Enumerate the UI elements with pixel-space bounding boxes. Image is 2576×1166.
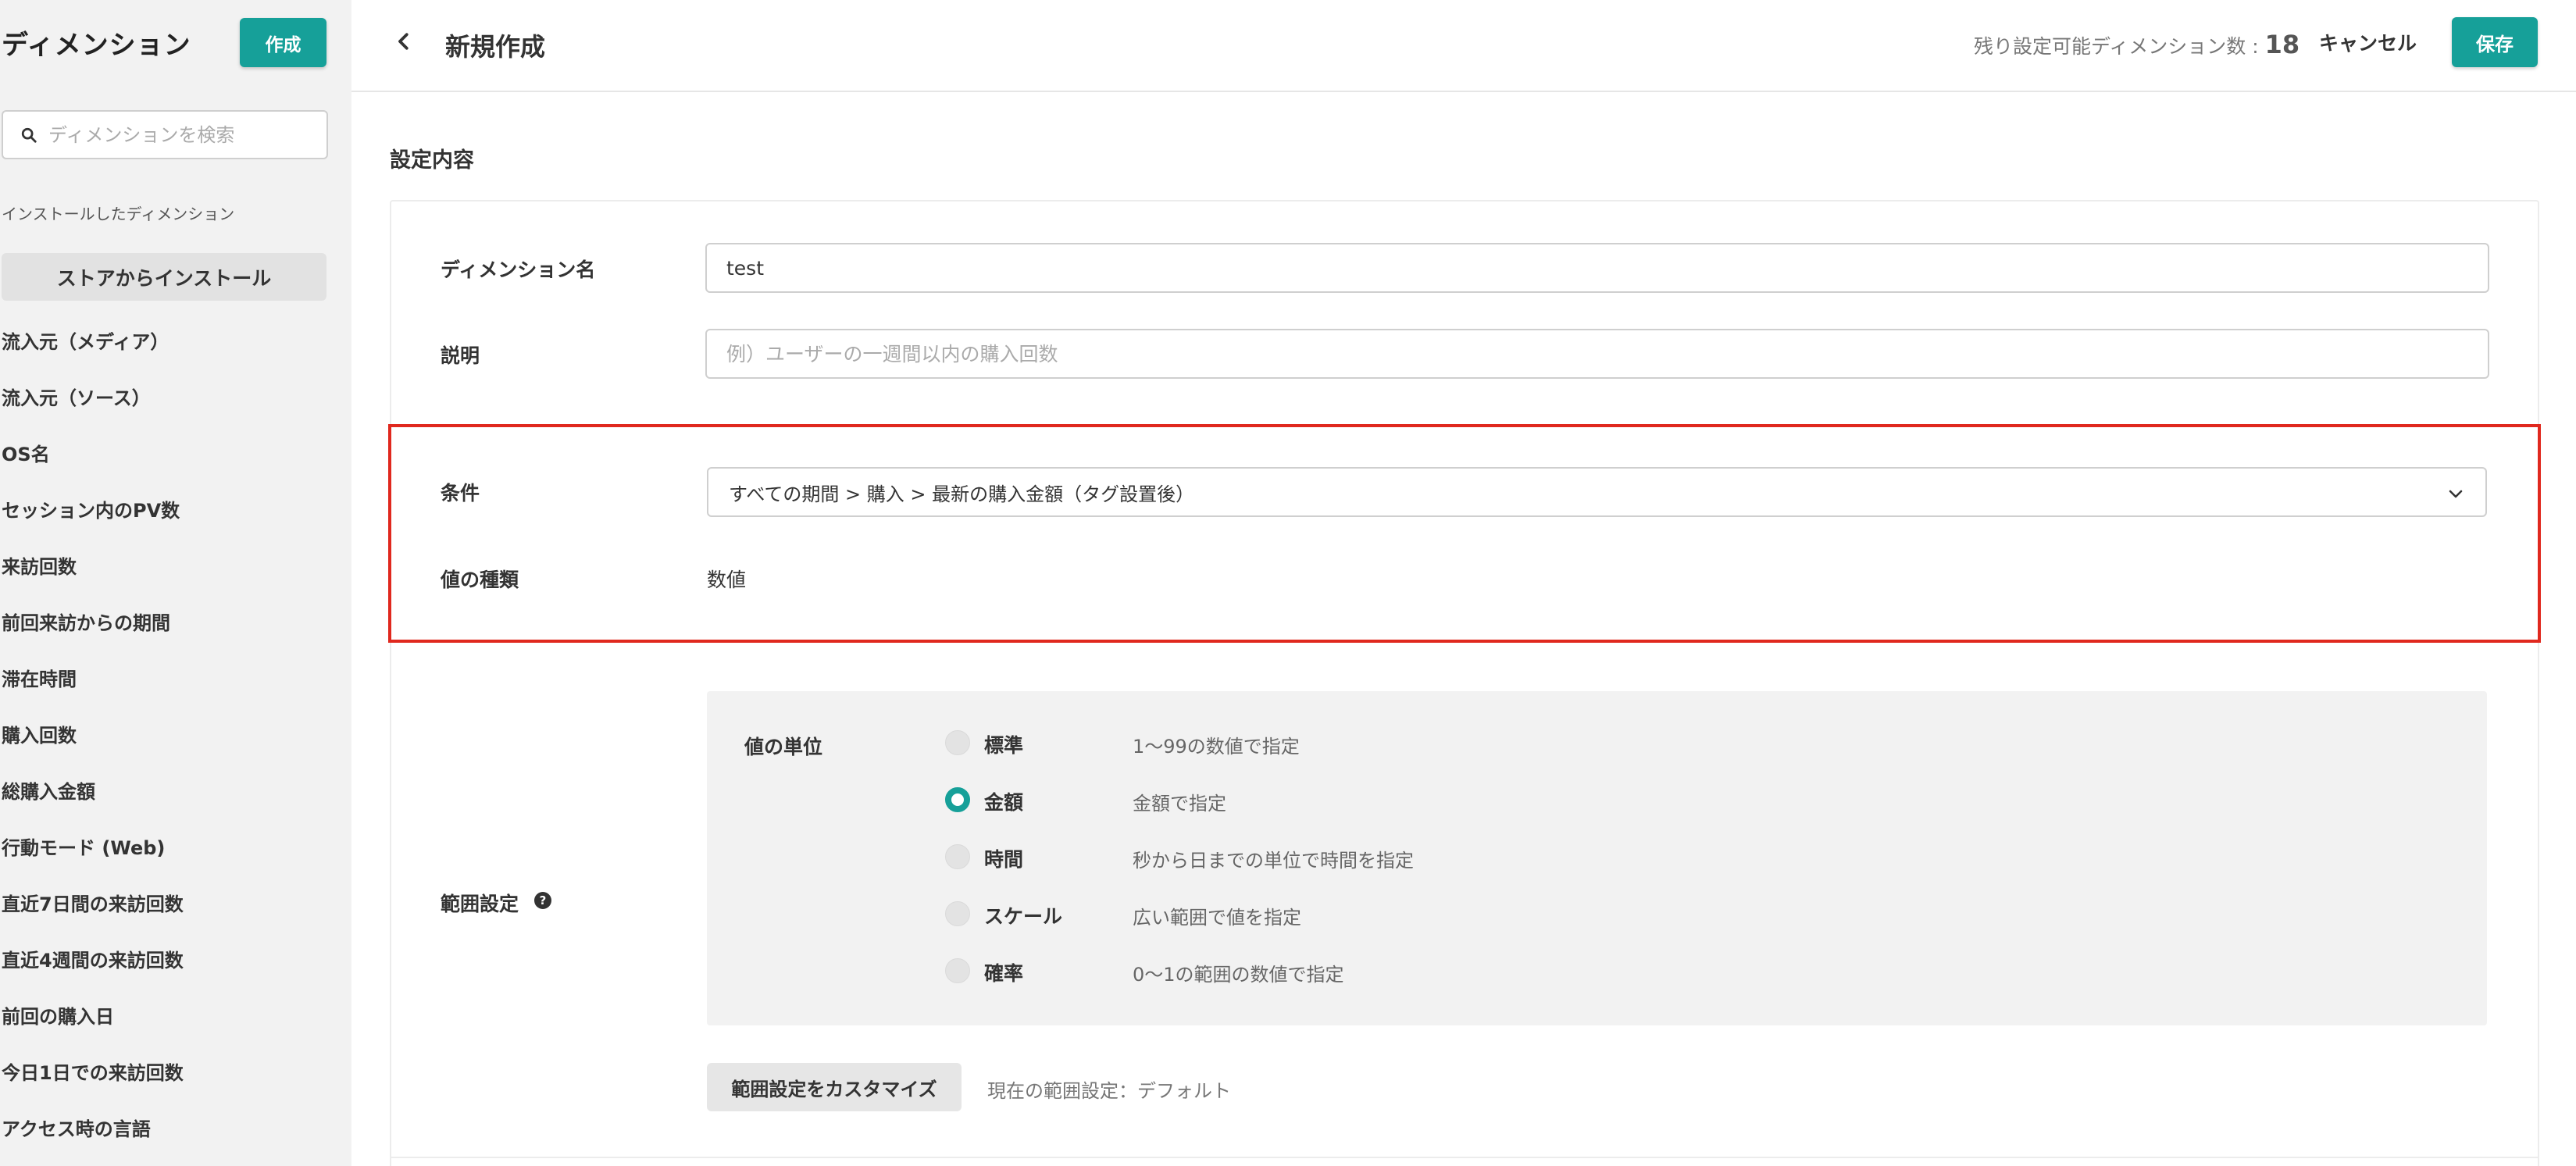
unit-option-name: 標準 bbox=[984, 734, 1024, 757]
current-range-setting: 現在の範囲設定：デフォルト bbox=[987, 1080, 1231, 1102]
unit-option-probability[interactable]: 確率 0〜1の範囲の数値で指定 bbox=[945, 955, 1882, 986]
svg-text:?: ? bbox=[540, 893, 547, 907]
unit-option-description: 1〜99の数値で指定 bbox=[1133, 736, 1300, 758]
remaining-count: 18 bbox=[2264, 30, 2300, 59]
sidebar-item[interactable]: 今日1日での来訪回数 bbox=[2, 1059, 345, 1115]
search-input[interactable] bbox=[48, 123, 314, 146]
search-icon bbox=[21, 127, 37, 143]
unit-option-scale[interactable]: スケール 広い範囲で値を指定 bbox=[945, 898, 1882, 929]
back-chevron-icon[interactable] bbox=[392, 30, 416, 53]
divider bbox=[390, 1157, 2539, 1158]
radio-button-selected[interactable] bbox=[945, 787, 970, 812]
value-unit-label: 値の単位 bbox=[744, 736, 823, 758]
installed-dimensions-link[interactable]: インストールしたディメンション bbox=[2, 201, 234, 224]
remaining-dimensions: 残り設定可能ディメンション数 : 18 bbox=[1974, 30, 2299, 59]
install-from-store-button[interactable]: ストアからインストール bbox=[2, 253, 326, 301]
sidebar-item[interactable]: 直近7日間の来訪回数 bbox=[2, 890, 345, 947]
cancel-button[interactable]: キャンセル bbox=[2319, 28, 2417, 56]
sidebar-item[interactable]: 行動モード (Web) bbox=[2, 834, 345, 890]
description-input[interactable] bbox=[705, 329, 2489, 379]
radio-button[interactable] bbox=[945, 730, 970, 755]
sidebar: ディメンション 作成 インストールしたディメンション ストアからインストール 流… bbox=[0, 0, 351, 1166]
unit-option-currency[interactable]: 金額 金額で指定 bbox=[945, 784, 1882, 815]
value-type-value: 数値 bbox=[707, 569, 747, 591]
dimension-list: 流入元（メディア） 流入元（ソース） OS名 セッション内のPV数 来訪回数 前… bbox=[2, 328, 345, 1166]
help-icon[interactable]: ? bbox=[533, 891, 552, 910]
sidebar-item[interactable]: セッション内のPV数 bbox=[2, 497, 345, 553]
condition-value: すべての期間 > 購入 > 最新の購入金額（タグ設置後） bbox=[729, 483, 1195, 505]
description-label: 説明 bbox=[441, 344, 480, 367]
page-title: 新規作成 bbox=[445, 32, 546, 62]
remaining-label: 残り設定可能ディメンション数 : bbox=[1974, 35, 2265, 58]
sidebar-item[interactable]: 購入回数 bbox=[2, 722, 345, 778]
sidebar-item[interactable]: 前回の購入日 bbox=[2, 1003, 345, 1059]
unit-option-name: 確率 bbox=[984, 962, 1024, 985]
sidebar-item[interactable]: 滞在時間 bbox=[2, 665, 345, 722]
sidebar-item[interactable]: 総購入金額 bbox=[2, 778, 345, 834]
top-header: 新規作成 残り設定可能ディメンション数 : 18 キャンセル 保存 bbox=[351, 0, 2576, 92]
unit-option-name: 時間 bbox=[984, 848, 1024, 871]
condition-select[interactable]: すべての期間 > 購入 > 最新の購入金額（タグ設置後） bbox=[707, 467, 2487, 517]
dimension-name-input[interactable] bbox=[705, 243, 2489, 293]
unit-option-standard[interactable]: 標準 1〜99の数値で指定 bbox=[945, 727, 1882, 758]
chevron-down-icon bbox=[2449, 490, 2463, 498]
sidebar-item[interactable]: OS名 bbox=[2, 440, 345, 497]
sidebar-item[interactable]: 来訪回数 bbox=[2, 553, 345, 609]
range-setting-label: 範囲設定 bbox=[441, 893, 519, 915]
sidebar-item[interactable]: 流入元（メディア） bbox=[2, 328, 345, 384]
condition-label: 条件 bbox=[441, 482, 480, 505]
sidebar-item[interactable]: 流入元（ソース） bbox=[2, 384, 345, 440]
section-title: 設定内容 bbox=[390, 148, 474, 173]
value-unit-panel: 値の単位 標準 1〜99の数値で指定 金額 金額で指定 時間 秒から日までの単位… bbox=[707, 691, 2487, 1025]
create-button[interactable]: 作成 bbox=[240, 18, 326, 67]
radio-button[interactable] bbox=[945, 901, 970, 926]
dimension-name-label: ディメンション名 bbox=[441, 259, 596, 281]
highlight-box bbox=[388, 424, 2541, 643]
search-box[interactable] bbox=[2, 110, 328, 159]
unit-option-time[interactable]: 時間 秒から日までの単位で時間を指定 bbox=[945, 841, 1882, 872]
unit-option-name: スケール bbox=[984, 905, 1063, 928]
radio-button[interactable] bbox=[945, 958, 970, 983]
value-type-label: 値の種類 bbox=[441, 569, 519, 591]
radio-button[interactable] bbox=[945, 844, 970, 869]
sidebar-item[interactable]: 直近4週間の来訪回数 bbox=[2, 947, 345, 1003]
save-button[interactable]: 保存 bbox=[2452, 17, 2538, 67]
sidebar-title: ディメンション bbox=[2, 30, 191, 61]
unit-option-name: 金額 bbox=[984, 791, 1024, 814]
unit-option-description: 秒から日までの単位で時間を指定 bbox=[1133, 850, 1414, 872]
unit-option-description: 広い範囲で値を指定 bbox=[1133, 907, 1301, 929]
customize-range-button[interactable]: 範囲設定をカスタマイズ bbox=[707, 1063, 962, 1111]
sidebar-item[interactable]: アクセス時の言語 bbox=[2, 1115, 345, 1166]
sidebar-item[interactable]: 前回来訪からの期間 bbox=[2, 609, 345, 665]
unit-option-description: 金額で指定 bbox=[1133, 793, 1226, 815]
unit-option-description: 0〜1の範囲の数値で指定 bbox=[1133, 964, 1344, 986]
